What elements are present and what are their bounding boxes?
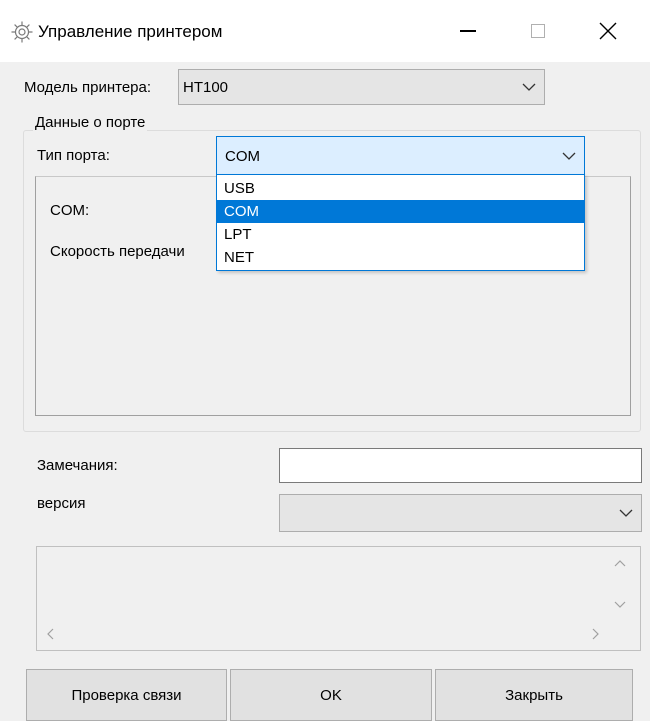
option-lpt[interactable]: LPT xyxy=(217,223,584,246)
close-icon xyxy=(599,22,617,40)
maximize-icon xyxy=(531,24,545,38)
window-title: Управление принтером xyxy=(38,22,223,41)
model-select[interactable]: HT100 xyxy=(178,69,545,105)
chevron-down-icon xyxy=(614,601,626,608)
port-group-label: Данные о порте xyxy=(33,113,148,133)
scroll-down-arrow[interactable] xyxy=(612,597,628,613)
version-select[interactable] xyxy=(279,494,642,532)
model-label: Модель принтера: xyxy=(24,79,152,96)
port-type-value: COM xyxy=(225,148,260,165)
scroll-left-arrow[interactable] xyxy=(42,626,58,642)
chevron-down-icon xyxy=(522,83,536,91)
chevron-down-icon xyxy=(619,509,633,517)
port-type-label: Тип порта: xyxy=(37,147,110,164)
close-button[interactable]: Закрыть xyxy=(435,669,633,721)
port-type-select[interactable]: COM xyxy=(216,136,585,176)
version-label: версия xyxy=(37,495,86,512)
maximize-button[interactable] xyxy=(508,8,568,54)
gear-icon xyxy=(10,20,34,44)
com-label: COM: xyxy=(50,202,90,219)
minimize-icon xyxy=(460,30,476,32)
model-value: HT100 xyxy=(183,79,229,96)
notes-textarea[interactable] xyxy=(36,546,641,651)
ok-button[interactable]: OK xyxy=(230,669,432,721)
chevron-up-icon xyxy=(614,560,626,567)
chevron-down-icon xyxy=(562,152,576,160)
minimize-button[interactable] xyxy=(438,8,498,54)
scroll-up-arrow[interactable] xyxy=(612,555,628,571)
port-type-dropdown[interactable]: USB COM LPT NET xyxy=(216,174,585,271)
option-usb[interactable]: USB xyxy=(217,177,584,200)
close-window-button[interactable] xyxy=(578,8,638,54)
option-net[interactable]: NET xyxy=(217,246,584,269)
remarks-label: Замечания: xyxy=(37,457,118,474)
chevron-left-icon xyxy=(47,628,54,640)
scroll-right-arrow[interactable] xyxy=(588,626,604,642)
remarks-input[interactable] xyxy=(279,448,642,483)
speed-label: Скорость передачи xyxy=(50,243,185,260)
chevron-right-icon xyxy=(592,628,599,640)
option-com[interactable]: COM xyxy=(217,200,584,223)
check-connection-button[interactable]: Проверка связи xyxy=(26,669,227,721)
